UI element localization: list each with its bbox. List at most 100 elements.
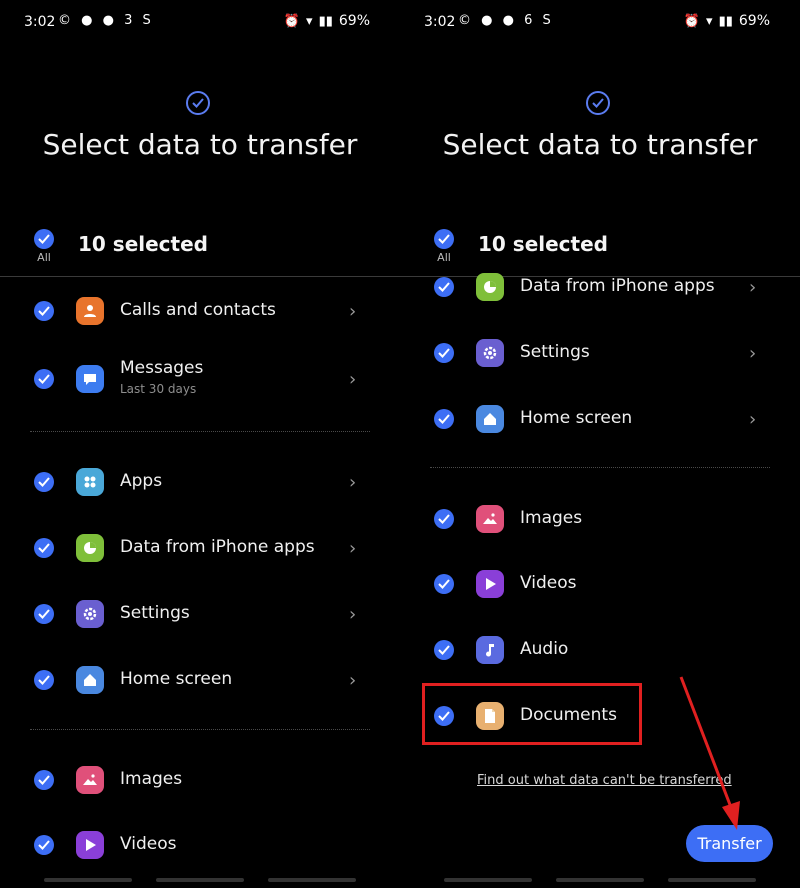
- settings-icon: [476, 339, 504, 367]
- item-label: Data from iPhone apps: [520, 276, 715, 296]
- checkbox-icon[interactable]: [34, 604, 54, 624]
- page-title: Select data to transfer: [42, 128, 358, 161]
- alarm-icon: ⏰: [683, 13, 701, 29]
- wifi-icon: ▾: [706, 13, 713, 29]
- list-item-videos[interactable]: Videos: [0, 815, 400, 875]
- check-circle-icon: [586, 91, 610, 115]
- checkbox-icon[interactable]: [34, 770, 54, 790]
- chevron-right-icon[interactable]: ›: [349, 472, 356, 493]
- checkbox-icon[interactable]: [434, 574, 454, 594]
- item-label: Images: [120, 769, 183, 789]
- clock: 3:02: [424, 14, 456, 30]
- chevron-right-icon[interactable]: ›: [749, 409, 756, 430]
- status-bar: 3:02 © ● ● 6 S ⏰ ▾ ▮▮ 69%: [400, 0, 800, 44]
- battery-level: 69%: [338, 13, 370, 29]
- nav-handle[interactable]: [668, 878, 756, 882]
- nav-handle[interactable]: [44, 878, 132, 882]
- signal-icon: ▮▮: [718, 13, 733, 29]
- selected-count: 10 selected: [78, 232, 208, 256]
- selected-count: 10 selected: [478, 232, 608, 256]
- checkbox-icon[interactable]: [434, 343, 454, 363]
- checkbox-icon[interactable]: [434, 277, 454, 297]
- audio-icon: [476, 636, 504, 664]
- item-label: Home screen: [520, 408, 633, 428]
- list-item-images[interactable]: Images: [0, 750, 400, 810]
- checkbox-icon[interactable]: [434, 640, 454, 660]
- notification-icons: © ● ● 6 S: [458, 13, 554, 28]
- item-label: Videos: [120, 834, 177, 854]
- alarm-icon: ⏰: [283, 13, 301, 29]
- item-label: Calls and contacts: [120, 300, 276, 320]
- check-circle-icon: [186, 91, 210, 115]
- highlight-box-documents: [422, 683, 642, 745]
- list-item-images[interactable]: Images: [400, 489, 800, 549]
- status-bar: 3:02 © ● ● 3 S ⏰ ▾ ▮▮ 69%: [0, 0, 400, 44]
- item-label: Home screen: [120, 669, 233, 689]
- item-sublabel: Last 30 days: [120, 382, 197, 396]
- chevron-right-icon[interactable]: ›: [349, 538, 356, 559]
- chevron-right-icon[interactable]: ›: [349, 670, 356, 691]
- contacts-icon: [76, 297, 104, 325]
- item-label: Audio: [520, 639, 569, 659]
- chevron-right-icon[interactable]: ›: [749, 343, 756, 364]
- system-tray: ⏰ ▾ ▮▮ 69%: [684, 13, 770, 29]
- checkbox-icon[interactable]: [34, 369, 54, 389]
- section-divider: [30, 431, 370, 432]
- left-phone-screen: 3:02 © ● ● 3 S ⏰ ▾ ▮▮ 69% Select data to…: [0, 0, 400, 888]
- list-item-messages[interactable]: Messages Last 30 days ›: [0, 349, 400, 409]
- select-all-check-icon[interactable]: [434, 229, 454, 249]
- messages-icon: [76, 365, 104, 393]
- item-label: Images: [520, 508, 583, 528]
- checkbox-icon[interactable]: [434, 409, 454, 429]
- red-arrow-annotation: [679, 676, 740, 830]
- chevron-right-icon[interactable]: ›: [349, 369, 356, 390]
- nav-handle[interactable]: [268, 878, 356, 882]
- wifi-icon: ▾: [306, 13, 313, 29]
- images-icon: [476, 505, 504, 533]
- chevron-right-icon[interactable]: ›: [349, 301, 356, 322]
- clock: 3:02: [24, 14, 56, 30]
- checkbox-icon[interactable]: [34, 670, 54, 690]
- chevron-right-icon[interactable]: ›: [349, 604, 356, 625]
- battery-level: 69%: [738, 13, 770, 29]
- iphone-data-icon: [76, 534, 104, 562]
- list-item-apps[interactable]: Apps ›: [0, 452, 400, 512]
- list-item-home-screen[interactable]: Home screen ›: [0, 650, 400, 710]
- item-label: Messages: [120, 358, 204, 378]
- list-item-settings[interactable]: Settings ›: [400, 323, 800, 383]
- checkbox-icon[interactable]: [34, 835, 54, 855]
- chevron-right-icon[interactable]: ›: [749, 277, 756, 298]
- nav-handle[interactable]: [444, 878, 532, 882]
- divider: [0, 276, 400, 277]
- checkbox-icon[interactable]: [434, 509, 454, 529]
- apps-icon: [76, 468, 104, 496]
- list-item-iphone-data[interactable]: Data from iPhone apps ›: [0, 518, 400, 578]
- home-screen-icon: [476, 405, 504, 433]
- checkbox-icon[interactable]: [34, 301, 54, 321]
- list-item-videos[interactable]: Videos: [400, 554, 800, 614]
- page-title: Select data to transfer: [442, 128, 758, 161]
- list-item-calls-contacts[interactable]: Calls and contacts ›: [0, 281, 400, 341]
- select-all-toggle[interactable]: All: [33, 229, 55, 264]
- list-item-iphone-data[interactable]: Data from iPhone apps ›: [400, 257, 800, 317]
- images-icon: [76, 766, 104, 794]
- signal-icon: ▮▮: [318, 13, 333, 29]
- item-label: Apps: [120, 471, 163, 491]
- list-item-home-screen[interactable]: Home screen ›: [400, 389, 800, 449]
- checkbox-icon[interactable]: [34, 538, 54, 558]
- videos-icon: [76, 831, 104, 859]
- list-item-settings[interactable]: Settings ›: [0, 584, 400, 644]
- checkbox-icon[interactable]: [34, 472, 54, 492]
- videos-icon: [476, 570, 504, 598]
- nav-handle[interactable]: [556, 878, 644, 882]
- settings-icon: [76, 600, 104, 628]
- item-label: Data from iPhone apps: [120, 537, 315, 557]
- home-screen-icon: [76, 666, 104, 694]
- notification-icons: © ● ● 3 S: [58, 13, 154, 28]
- section-divider: [30, 729, 370, 730]
- select-all-check-icon[interactable]: [34, 229, 54, 249]
- iphone-data-icon: [476, 273, 504, 301]
- nav-handle[interactable]: [156, 878, 244, 882]
- select-all-label: All: [37, 251, 51, 264]
- item-label: Settings: [120, 603, 190, 623]
